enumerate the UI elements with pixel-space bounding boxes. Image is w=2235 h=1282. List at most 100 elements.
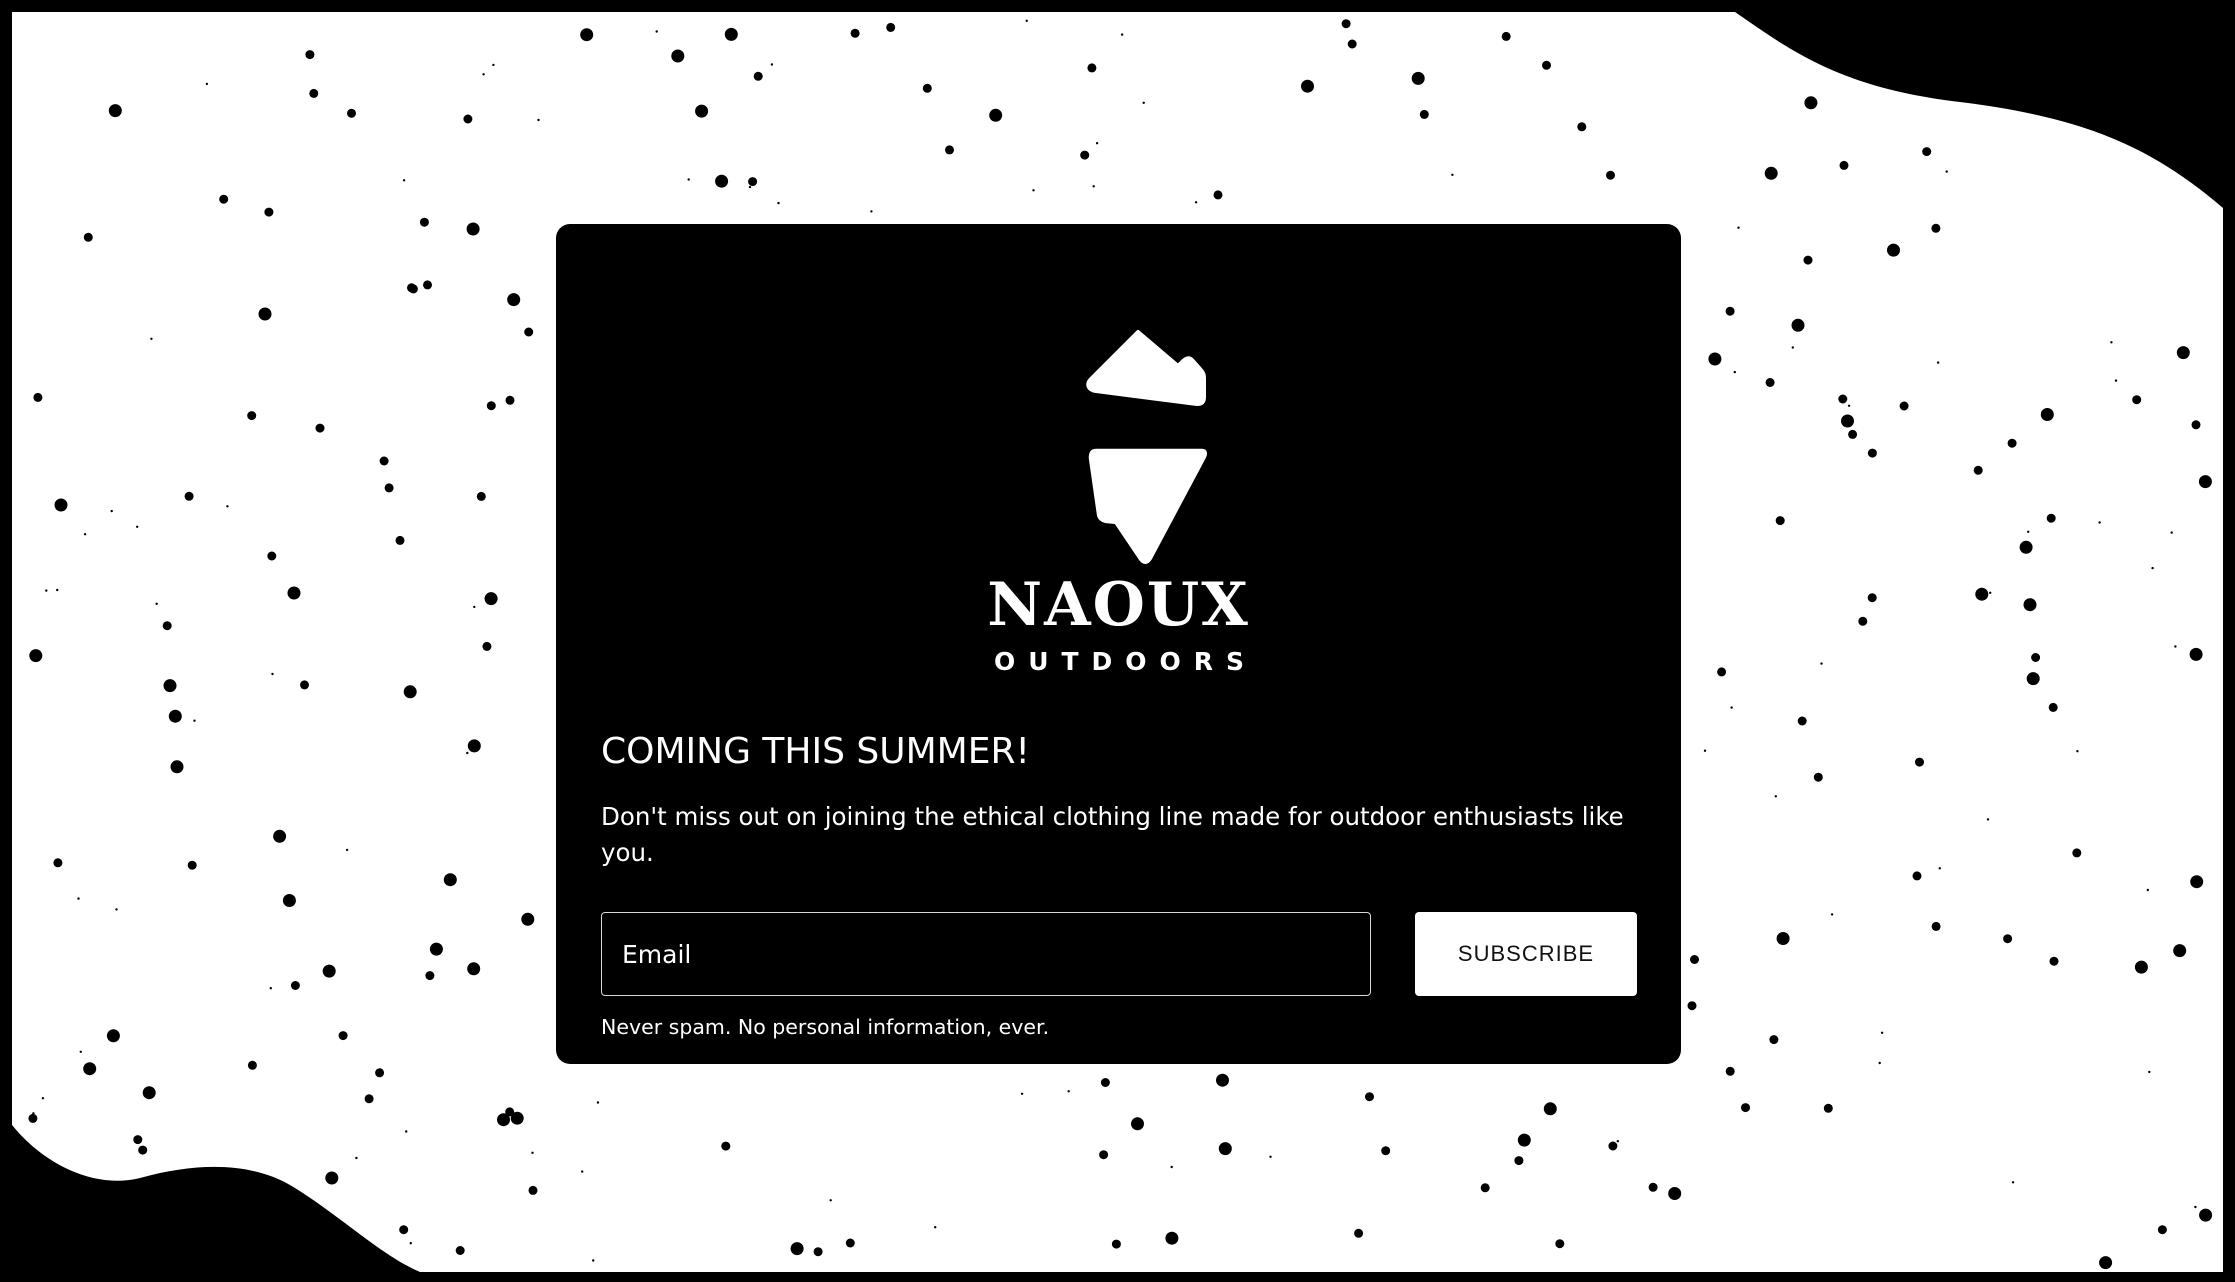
speckle-dot bbox=[216, 1216, 219, 1220]
speckle-dot bbox=[724, 27, 738, 41]
speckle-dot bbox=[1887, 243, 1900, 257]
speckle-dot bbox=[1839, 160, 1849, 170]
speckle-dot bbox=[1797, 716, 1807, 726]
speckle-dot bbox=[1730, 706, 1733, 709]
speckle-dot bbox=[484, 592, 498, 606]
speckle-dot bbox=[322, 964, 336, 978]
speckle-dot bbox=[596, 1101, 600, 1104]
speckle-dot bbox=[1975, 587, 1989, 601]
speckle-dot bbox=[1341, 19, 1351, 29]
speckle-dot bbox=[748, 177, 758, 187]
speckle-dot bbox=[695, 104, 709, 118]
speckle-dot bbox=[155, 602, 158, 605]
speckle-dot bbox=[108, 104, 122, 118]
speckle-dot bbox=[531, 1151, 534, 1155]
speckle-dot bbox=[1874, 64, 1884, 74]
speckle-dot bbox=[115, 908, 118, 911]
speckle-dot bbox=[1480, 1183, 1490, 1193]
speckle-dot bbox=[1733, 370, 1737, 374]
speckle-dot bbox=[473, 605, 476, 609]
speckle-dot bbox=[2046, 513, 2056, 523]
speckle-dot bbox=[325, 1171, 339, 1185]
speckle-dot bbox=[2170, 531, 2173, 534]
speckle-dot bbox=[1354, 1228, 1364, 1238]
speckle-dot bbox=[777, 201, 780, 205]
speckle-dot bbox=[33, 392, 43, 402]
speckle-dot bbox=[1973, 465, 1983, 475]
speckle-dot bbox=[1899, 401, 1909, 411]
speckle-dot bbox=[168, 709, 182, 723]
speckle-dot bbox=[507, 293, 521, 307]
speckle-dot bbox=[1841, 414, 1854, 428]
speckle-dot bbox=[1269, 1155, 1272, 1159]
speckle-dot bbox=[1813, 772, 1823, 782]
speckle-dot bbox=[1847, 404, 1851, 407]
speckle-dot bbox=[2190, 875, 2204, 889]
speckle-dot bbox=[1092, 185, 1095, 188]
speckle-dot bbox=[687, 178, 690, 181]
speckle-dot bbox=[1381, 1146, 1391, 1156]
signup-modal: NAOUX OUTDOORS COMING THIS SUMMER! Don't… bbox=[556, 224, 1681, 1064]
speckle-dot bbox=[1514, 1156, 1524, 1166]
subscribe-button[interactable]: SUBSCRIBE bbox=[1415, 912, 1637, 996]
speckle-dot bbox=[258, 307, 272, 321]
speckle-dot bbox=[467, 739, 481, 753]
privacy-disclaimer: Never spam. No personal information, eve… bbox=[601, 1015, 1050, 1039]
speckle-dot bbox=[2114, 379, 2118, 382]
speckle-dot bbox=[142, 1086, 156, 1100]
speckle-dot bbox=[1848, 429, 1858, 439]
speckle-dot bbox=[1411, 71, 1425, 85]
speckle-dot bbox=[1170, 1165, 1173, 1169]
speckle-dot bbox=[1803, 255, 1813, 265]
speckle-dot bbox=[528, 1185, 538, 1195]
speckle-dot bbox=[1131, 1117, 1144, 1131]
speckle-dot bbox=[455, 1246, 465, 1255]
speckle-dot bbox=[287, 586, 301, 600]
speckle-dot bbox=[592, 1259, 595, 1262]
speckle-dot bbox=[1931, 921, 1941, 931]
speckle-dot bbox=[1791, 346, 1795, 349]
speckle-dot bbox=[409, 1242, 412, 1245]
email-input[interactable] bbox=[601, 912, 1371, 996]
speckle-dot bbox=[1451, 173, 1454, 176]
speckle-dot bbox=[1838, 394, 1848, 404]
speckle-dot bbox=[138, 1145, 148, 1155]
speckle-dot bbox=[1543, 1102, 1557, 1116]
speckle-dot bbox=[2099, 1256, 2113, 1270]
speckle-dot bbox=[1769, 1035, 1779, 1045]
speckle-dot bbox=[429, 942, 443, 956]
speckle-dot bbox=[163, 679, 177, 693]
speckle-dot bbox=[384, 483, 394, 493]
page: NAOUX OUTDOORS COMING THIS SUMMER! Don't… bbox=[0, 0, 2235, 1282]
speckle-dot bbox=[1823, 1103, 1833, 1113]
speckle-dot bbox=[247, 411, 257, 421]
speckle-dot bbox=[521, 912, 535, 926]
speckle-dot bbox=[347, 108, 356, 118]
speckle-dot bbox=[28, 1113, 38, 1123]
speckle-dot bbox=[1213, 190, 1223, 200]
speckle-dot bbox=[934, 1226, 937, 1229]
speckle-dot bbox=[748, 185, 752, 189]
speckle-dot bbox=[338, 1031, 348, 1041]
speckle-dot bbox=[1032, 189, 1035, 192]
speckle-dot bbox=[1301, 79, 1314, 93]
speckle-dot bbox=[482, 641, 492, 651]
speckle-dot bbox=[83, 533, 87, 536]
speckle-dot bbox=[2031, 653, 2041, 662]
speckle-dot bbox=[505, 395, 515, 405]
speckle-dot bbox=[136, 525, 139, 528]
speckle-dot bbox=[443, 873, 457, 887]
speckle-dot bbox=[2199, 1208, 2213, 1222]
speckle-dot bbox=[1912, 871, 1922, 881]
speckle-dot bbox=[187, 860, 197, 870]
speckle-dot bbox=[79, 1050, 83, 1054]
speckle-dot bbox=[1099, 1150, 1109, 1160]
speckle-dot bbox=[1717, 667, 1727, 677]
speckle-dot bbox=[845, 1238, 855, 1248]
speckle-dot bbox=[1737, 226, 1740, 229]
speckle-dot bbox=[172, 1224, 175, 1227]
speckle-dot bbox=[1616, 1140, 1620, 1143]
speckle-dot bbox=[45, 589, 48, 592]
speckle-dot bbox=[399, 1225, 409, 1235]
speckle-dot bbox=[1830, 913, 1834, 916]
